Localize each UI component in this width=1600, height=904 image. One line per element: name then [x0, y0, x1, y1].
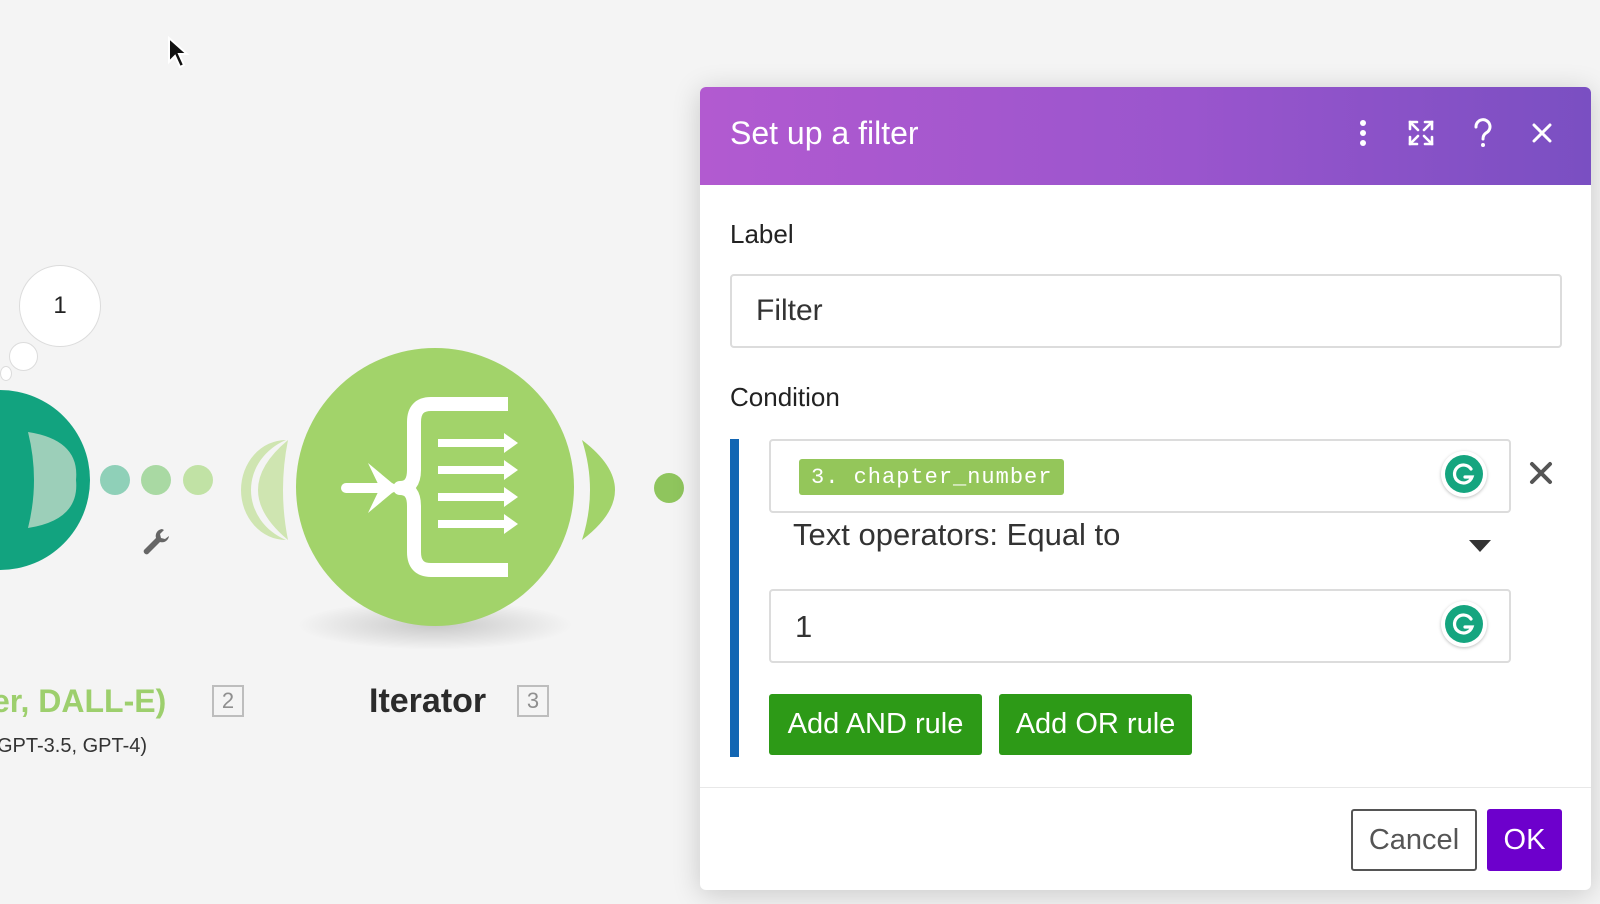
- help-icon: [1474, 118, 1492, 147]
- label-heading: Label: [730, 219, 794, 249]
- grammarly-icon: [1452, 613, 1475, 635]
- bubble-tail: [0, 366, 12, 381]
- route-dot[interactable]: [652, 471, 692, 505]
- scenario-canvas[interactable]: 1 er, DALL-E) 2 GPT-3.5, GPT-4) Iterator…: [0, 0, 1600, 904]
- chevron-down-icon[interactable]: [1469, 540, 1491, 552]
- more-vertical-icon: [1360, 120, 1366, 146]
- condition-value-input[interactable]: 1: [769, 589, 1511, 663]
- grammarly-badge[interactable]: [1441, 601, 1487, 647]
- grammarly-icon: [1452, 463, 1475, 485]
- dialog-title: Set up a filter: [730, 115, 919, 151]
- iterator-module-title: Iterator: [369, 682, 487, 720]
- add-or-rule-button[interactable]: Add OR rule: [999, 694, 1192, 755]
- close-icon: [1530, 462, 1552, 484]
- operations-count: 1: [53, 292, 67, 319]
- close-dialog-button[interactable]: [1520, 111, 1564, 155]
- operations-bubble: 1: [19, 265, 101, 347]
- iterator-input-handle[interactable]: [238, 440, 298, 540]
- mapped-variable-pill[interactable]: 3. chapter_number: [799, 459, 1065, 495]
- more-options-button[interactable]: [1341, 111, 1385, 155]
- mouse-cursor-icon: [168, 36, 190, 69]
- condition-field-input[interactable]: 3. chapter_number: [769, 439, 1511, 513]
- filter-dialog: Set up a filter Label Filter Condition 3…: [700, 87, 1591, 890]
- condition-group-bar: [730, 439, 739, 757]
- cancel-button[interactable]: Cancel: [1351, 809, 1477, 871]
- close-icon: [1532, 123, 1552, 143]
- add-and-rule-button[interactable]: Add AND rule: [769, 694, 982, 755]
- remove-condition-button[interactable]: [1523, 455, 1559, 491]
- label-input[interactable]: [730, 274, 1562, 348]
- module-number-badge: 2: [212, 685, 244, 717]
- iterator-module-icon[interactable]: [296, 348, 574, 626]
- iterator-output-handle[interactable]: [578, 440, 638, 540]
- route-connector[interactable]: [95, 460, 220, 500]
- openai-module-title: er, DALL-E): [0, 683, 167, 719]
- bubble-tail: [9, 342, 38, 371]
- condition-value-text: 1: [795, 609, 813, 644]
- wrench-icon[interactable]: [140, 526, 172, 558]
- help-button[interactable]: [1461, 111, 1505, 155]
- openai-module-subtitle: GPT-3.5, GPT-4): [0, 735, 148, 757]
- operator-select[interactable]: Text operators: Equal to: [793, 517, 1120, 553]
- dialog-header: Set up a filter: [700, 87, 1591, 185]
- footer-divider: [700, 787, 1591, 788]
- condition-heading: Condition: [730, 382, 840, 412]
- module-number-badge: 3: [517, 685, 549, 717]
- expand-button[interactable]: [1399, 111, 1443, 155]
- ok-button[interactable]: OK: [1487, 809, 1562, 871]
- expand-icon: [1408, 120, 1434, 146]
- grammarly-badge[interactable]: [1441, 451, 1487, 497]
- openai-module-icon[interactable]: [0, 380, 90, 580]
